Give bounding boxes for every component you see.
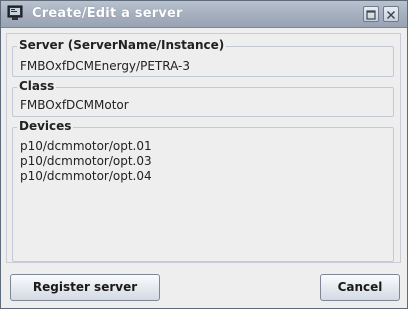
close-button[interactable] (383, 6, 399, 22)
device-item[interactable]: p10/dcmmotor/opt.03 (20, 154, 152, 168)
register-server-button[interactable]: Register server (10, 274, 160, 301)
server-group: Server (ServerName/Instance) FMBOxfDCMEn… (12, 38, 394, 77)
maximize-button[interactable] (363, 6, 379, 22)
server-label: Server (ServerName/Instance) (17, 38, 227, 52)
close-icon (386, 10, 396, 20)
devices-label: Devices (17, 119, 74, 133)
devices-group[interactable]: Devices p10/dcmmotor/opt.01 p10/dcmmotor… (12, 119, 394, 262)
server-name-field[interactable]: FMBOxfDCMEnergy/PETRA-3 (20, 59, 190, 73)
window-title: Create/Edit a server (32, 6, 183, 21)
class-group: Class FMBOxfDCMMotor (12, 79, 394, 117)
device-item[interactable]: p10/dcmmotor/opt.01 (20, 139, 152, 153)
title-bar[interactable]: Create/Edit a server (1, 1, 407, 28)
class-label: Class (17, 79, 57, 93)
class-name-field[interactable]: FMBOxfDCMMotor (20, 98, 129, 112)
maximize-icon (366, 10, 376, 20)
device-item[interactable]: p10/dcmmotor/opt.04 (20, 169, 152, 183)
computer-terminal-icon (7, 5, 23, 20)
cancel-button[interactable]: Cancel (320, 274, 400, 301)
create-edit-server-dialog: Create/Edit a server Server (ServerName/… (0, 0, 408, 309)
